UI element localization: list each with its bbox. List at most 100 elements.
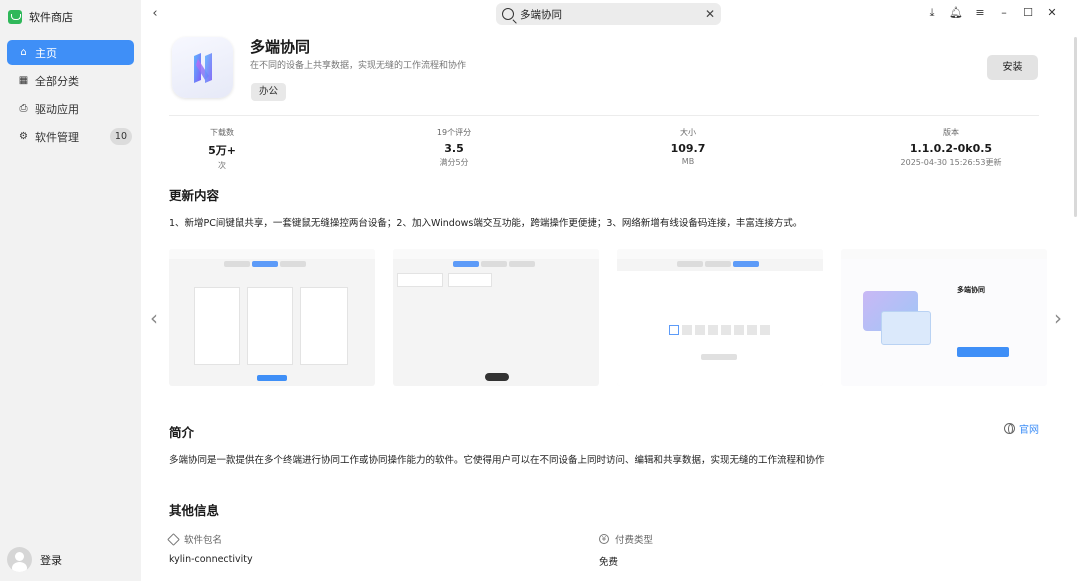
search-input[interactable]: 多端协同 ✕ — [496, 3, 721, 25]
screenshot-2[interactable] — [393, 249, 599, 386]
intro-text: 多端协同是一款提供在多个终端进行协同工作或协同操作能力的软件。它使得用户可以在不… — [169, 455, 825, 466]
globe-icon — [1004, 423, 1015, 434]
official-site-label: 官网 — [1019, 425, 1039, 436]
stat-rating: 19个评分 3.5 满分5分 — [384, 127, 524, 168]
package-icon — [167, 532, 180, 546]
stat-sub: MB — [681, 157, 695, 166]
sidebar-item-categories[interactable]: ▦ 全部分类 — [7, 68, 134, 93]
screenshot-toast — [485, 373, 509, 381]
screenshot-titlebar — [617, 249, 823, 259]
download-icon[interactable]: ⤓ — [924, 5, 940, 21]
screenshot-tabs — [453, 261, 535, 267]
screenshot-button — [257, 375, 287, 381]
app-logo-icon — [193, 52, 212, 83]
pay-type-value: 免费 — [599, 557, 619, 568]
minimize-icon[interactable]: – — [996, 5, 1012, 21]
sidebar-item-software-management[interactable]: ⚙ 软件管理 10 — [7, 124, 134, 149]
screenshot-device-card — [397, 273, 443, 287]
stat-label: 大小 — [680, 128, 696, 137]
install-button[interactable]: 安装 — [987, 55, 1038, 80]
stat-value: 5万+ — [208, 144, 236, 157]
clear-search-icon[interactable]: ✕ — [705, 7, 715, 21]
menu-icon[interactable]: ≡ — [972, 5, 988, 21]
login-label: 登录 — [40, 553, 62, 567]
window-controls: ⤓ 🔔︎ ≡ – ☐ ✕ — [924, 5, 1060, 21]
close-icon[interactable]: ✕ — [1044, 5, 1060, 21]
stat-sub: 满分5分 — [439, 158, 469, 167]
stat-downloads: 下载数 5万+ 次 — [152, 127, 292, 171]
store-logo-icon — [8, 10, 22, 24]
category-tag[interactable]: 办公 — [251, 83, 287, 101]
avatar — [7, 547, 32, 572]
screenshot-tabs — [677, 261, 759, 267]
screenshot-4[interactable]: 多端协同 — [841, 249, 1047, 386]
pay-type-label-row: ¥ 付费类型 — [599, 532, 653, 546]
sidebar-item-drivers[interactable]: ⎙ 驱动应用 — [7, 96, 134, 121]
official-site-link[interactable]: 官网 — [1004, 421, 1039, 436]
bell-icon[interactable]: 🔔︎ — [948, 5, 964, 21]
scrollbar[interactable] — [1074, 37, 1077, 217]
sidebar-item-label: 全部分类 — [35, 74, 79, 88]
screenshot-titlebar — [169, 249, 375, 259]
app-icon — [172, 37, 233, 98]
screenshot-panel — [300, 287, 348, 365]
package-name-info: 软件包名 kylin-connectivity — [167, 532, 253, 565]
search-value: 多端协同 — [520, 8, 562, 21]
printer-icon: ⎙ — [19, 103, 28, 114]
pay-type-info: ¥ 付费类型 免费 — [599, 532, 653, 568]
app-title: 多端协同 — [250, 38, 311, 56]
screenshot-device-card — [448, 273, 492, 287]
grid-icon: ▦ — [18, 75, 29, 86]
sidebar-item-home[interactable]: ⌂ 主页 — [7, 40, 134, 65]
screenshot-button — [701, 354, 737, 360]
app-name: 软件商店 — [29, 11, 73, 24]
stat-version: 版本 1.1.0.2-0k0.5 2025-04-30 15:26:53更新 — [881, 127, 1021, 168]
intro-heading: 简介 — [169, 425, 195, 440]
screenshot-button — [957, 347, 1009, 357]
update-count-badge: 10 — [109, 128, 132, 145]
home-icon: ⌂ — [20, 47, 27, 58]
stat-value: 1.1.0.2-0k0.5 — [909, 142, 993, 155]
carousel-next-button[interactable]: › — [1054, 306, 1062, 330]
screenshot-code-boxes — [669, 325, 770, 335]
divider — [169, 115, 1039, 116]
sidebar-item-label: 驱动应用 — [35, 102, 79, 116]
pay-type-label: 付费类型 — [615, 535, 654, 546]
updates-heading: 更新内容 — [169, 188, 220, 203]
sidebar-item-label: 主页 — [35, 46, 57, 60]
stat-sub: 次 — [218, 161, 226, 170]
screenshot-titlebar — [393, 249, 599, 259]
stat-value: 3.5 — [444, 142, 464, 155]
stat-label: 19个评分 — [436, 128, 472, 137]
app-header: 软件商店 — [8, 9, 73, 25]
package-name-label: 软件包名 — [184, 535, 223, 546]
gear-icon: ⚙ — [19, 131, 28, 142]
stat-value: 109.7 — [670, 142, 706, 155]
sidebar-item-label: 软件管理 — [35, 130, 79, 144]
maximize-icon[interactable]: ☐ — [1020, 5, 1036, 21]
screenshot-title: 多端协同 — [957, 286, 985, 294]
screenshot-panel — [194, 287, 240, 365]
updates-text: 1、新增PC间键鼠共享，一套键鼠无缝操控两台设备；2、加入Windows端交互功… — [169, 218, 803, 229]
sidebar-nav: ⌂ 主页 ▦ 全部分类 ⎙ 驱动应用 ⚙ 软件管理 10 — [7, 40, 134, 152]
screenshot-panel — [247, 287, 293, 365]
app-description: 在不同的设备上共享数据，实现无缝的工作流程和协作 — [250, 61, 467, 71]
search-icon — [502, 8, 514, 20]
stat-size: 大小 109.7 MB — [618, 127, 758, 166]
carousel-prev-button[interactable]: ‹ — [150, 306, 158, 330]
screenshot-3[interactable] — [617, 249, 823, 386]
screenshot-1[interactable] — [169, 249, 375, 386]
stat-label: 版本 — [943, 128, 959, 137]
login-button[interactable]: 登录 — [7, 547, 62, 572]
screenshot-titlebar — [841, 249, 1047, 259]
package-name-label-row: 软件包名 — [167, 532, 253, 546]
package-name-value: kylin-connectivity — [169, 554, 253, 565]
other-info-heading: 其他信息 — [169, 503, 220, 518]
stat-label: 下载数 — [210, 128, 234, 137]
back-button[interactable]: ‹ — [148, 6, 162, 22]
yuan-icon: ¥ — [599, 534, 609, 544]
sidebar: 软件商店 ⌂ 主页 ▦ 全部分类 ⎙ 驱动应用 ⚙ 软件管理 10 登录 — [0, 0, 141, 581]
chevron-left-icon: ‹ — [152, 6, 158, 21]
screenshot-tabs — [224, 261, 306, 267]
stat-sub: 2025-04-30 15:26:53更新 — [900, 158, 1002, 167]
